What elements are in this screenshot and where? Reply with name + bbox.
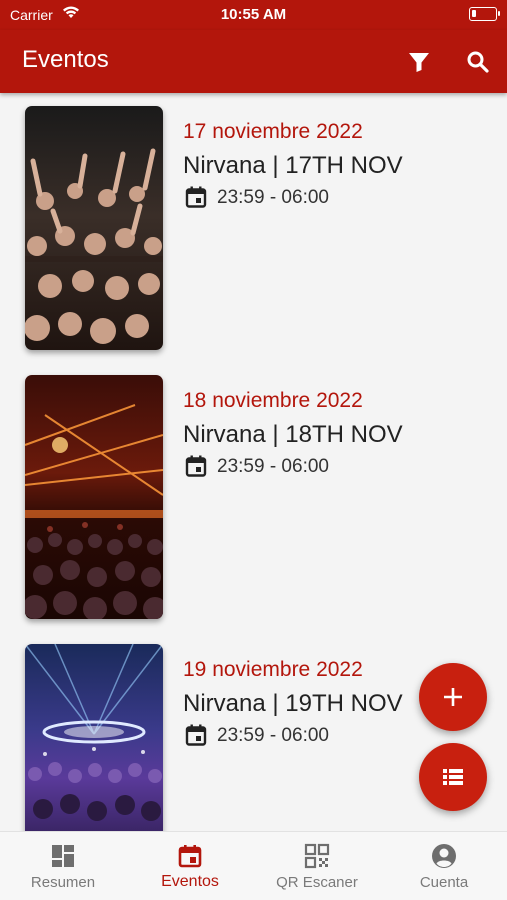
event-name: Nirvana | 17TH NOV bbox=[183, 152, 403, 179]
tab-label: Cuenta bbox=[419, 874, 469, 891]
calendar-icon bbox=[177, 843, 203, 869]
event-image[interactable] bbox=[25, 644, 163, 831]
event-item[interactable]: 18 noviembre 2022 Nirvana | 18TH NOV 23:… bbox=[0, 362, 507, 622]
tab-label: QR Escaner bbox=[276, 874, 358, 891]
event-time: 23:59 - 06:00 bbox=[217, 725, 329, 746]
event-image[interactable] bbox=[25, 106, 163, 350]
add-event-button[interactable] bbox=[419, 663, 487, 731]
event-name: Nirvana | 18TH NOV bbox=[183, 421, 403, 448]
calendar-icon bbox=[184, 185, 208, 209]
battery-icon bbox=[469, 7, 500, 21]
event-name: Nirvana | 19TH NOV bbox=[183, 690, 403, 717]
calendar-icon bbox=[184, 454, 208, 478]
status-bar: Carrier 10:55 AM bbox=[0, 0, 507, 30]
tab-resumen[interactable]: Resumen bbox=[0, 832, 126, 900]
qr-code-icon bbox=[304, 843, 330, 869]
event-image[interactable] bbox=[25, 375, 163, 619]
app-bar: Eventos bbox=[0, 30, 507, 93]
filter-icon[interactable] bbox=[404, 47, 434, 77]
event-date: 17 noviembre 2022 bbox=[183, 120, 363, 143]
event-date: 18 noviembre 2022 bbox=[183, 389, 363, 412]
bottom-tab-bar: Resumen Eventos QR Escaner Cuenta bbox=[0, 831, 507, 900]
calendar-icon bbox=[184, 723, 208, 747]
clock: 10:55 AM bbox=[220, 6, 287, 23]
search-icon[interactable] bbox=[463, 47, 493, 77]
page-title: Eventos bbox=[22, 46, 109, 73]
list-icon bbox=[443, 769, 463, 785]
tab-label: Resumen bbox=[30, 874, 96, 891]
event-item[interactable]: 17 noviembre 2022 Nirvana | 17TH NOV 23:… bbox=[0, 93, 507, 353]
event-time: 23:59 - 06:00 bbox=[217, 187, 329, 208]
list-view-button[interactable] bbox=[419, 743, 487, 811]
tab-qr-escaner[interactable]: QR Escaner bbox=[254, 832, 380, 900]
dashboard-icon bbox=[50, 843, 76, 869]
tab-label: Eventos bbox=[161, 873, 219, 890]
account-icon bbox=[431, 843, 457, 869]
event-time: 23:59 - 06:00 bbox=[217, 456, 329, 477]
event-date: 19 noviembre 2022 bbox=[183, 658, 363, 681]
plus-icon bbox=[444, 688, 462, 706]
tab-cuenta[interactable]: Cuenta bbox=[381, 832, 507, 900]
tab-eventos[interactable]: Eventos bbox=[127, 832, 253, 900]
